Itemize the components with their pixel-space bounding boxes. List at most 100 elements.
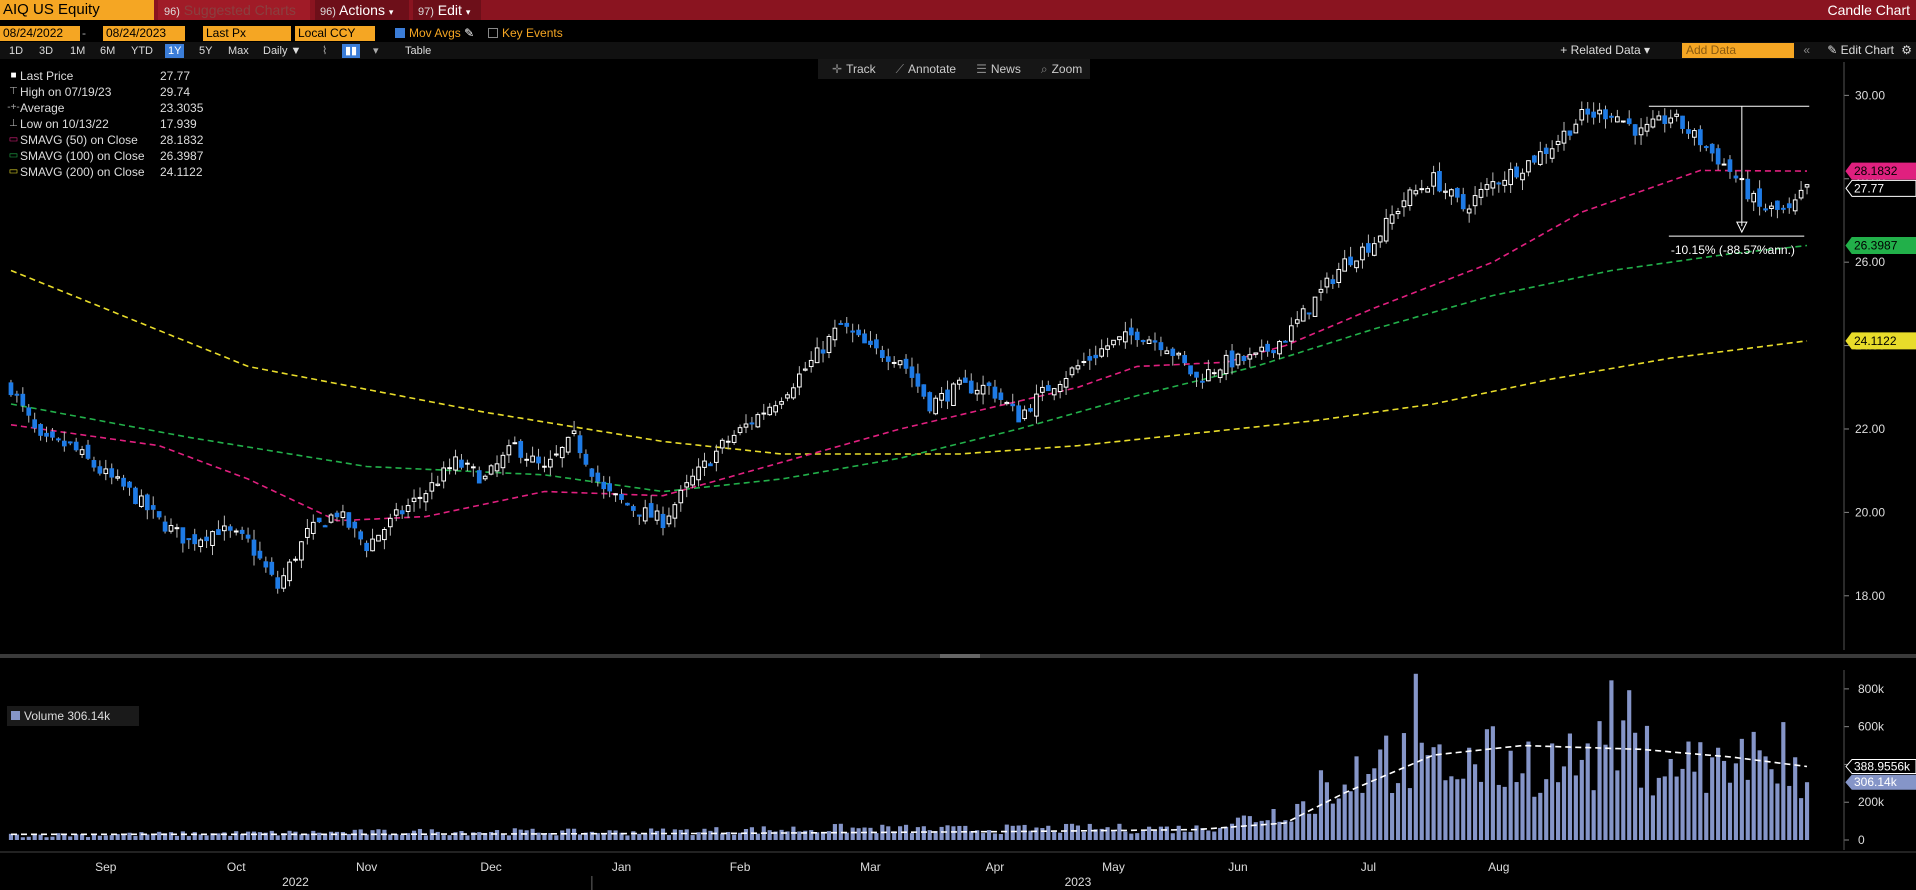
month-tick-label: May [1102, 860, 1125, 874]
candle [749, 416, 755, 430]
legend-last-price[interactable]: ■ Last Price 27.77 [7, 68, 232, 84]
candle-body [992, 386, 998, 399]
volume-bar [743, 828, 749, 840]
legend-average[interactable]: -+- Average 23.3035 [7, 100, 232, 116]
candle [423, 490, 429, 512]
candle-body [1425, 188, 1431, 193]
track-button[interactable]: ✛ Track [824, 62, 884, 76]
candle [957, 377, 962, 390]
volume-bar [666, 835, 672, 840]
volume-tag: 388.9556k [1845, 759, 1916, 775]
candle-body [1514, 166, 1519, 178]
volume-bar [168, 832, 174, 840]
volume-tick-label: 600k [1858, 720, 1885, 734]
volume-bar [1644, 725, 1650, 840]
candle-body [1401, 200, 1407, 208]
candle [1051, 388, 1057, 401]
candle-body [1069, 367, 1075, 376]
candle-body [1288, 325, 1294, 342]
volume-bar [157, 831, 162, 840]
candle [885, 348, 891, 371]
zoom-button[interactable]: ⌕ Zoom [1033, 62, 1090, 77]
volume-bar [1105, 827, 1110, 840]
volume-bar [856, 828, 861, 840]
price-tick-label: 22.00 [1855, 422, 1885, 436]
sma50-line [10, 169, 1807, 522]
candle [506, 439, 512, 463]
volume-bar [1141, 829, 1146, 840]
candle [411, 489, 417, 512]
candle-body [1579, 109, 1585, 121]
candle-body [198, 539, 203, 548]
candle-body [1674, 113, 1679, 117]
legend-high[interactable]: ⊤ High on 07/19/23 29.74 [7, 84, 232, 100]
annotate-button[interactable]: ⟋ Annotate [888, 62, 964, 77]
candle [992, 379, 998, 403]
month-tick-label: Jul [1361, 860, 1376, 874]
candle [233, 528, 239, 536]
candle-body [826, 335, 832, 354]
volume-bar [613, 830, 618, 840]
candle-body [1045, 385, 1051, 392]
candle [1034, 384, 1039, 424]
candle [1211, 368, 1217, 377]
candle-body [1609, 115, 1614, 118]
legend-sma200[interactable]: ▭ SMAVG (200) on Close 24.1122 [7, 164, 232, 180]
volume-bar [50, 836, 55, 840]
candle [1360, 242, 1365, 269]
candle [447, 458, 452, 475]
candle [998, 388, 1004, 406]
volume-bar [1781, 722, 1786, 840]
candle-body [1431, 172, 1436, 187]
candle [275, 570, 281, 594]
candle [1164, 346, 1170, 355]
sma200-line [10, 269, 1808, 455]
legend-sma100[interactable]: ▭ SMAVG (100) on Close 26.3987 [7, 148, 232, 164]
candle-body [1520, 172, 1525, 181]
legend-sma50[interactable]: ▭ SMAVG (50) on Close 28.1832 [7, 132, 232, 148]
chart-canvas[interactable]: -10.15% (-88.57%ann.) 30.0028.0026.0024.… [0, 0, 1916, 890]
candle-body [44, 432, 49, 437]
candle [1318, 280, 1324, 301]
candle [1674, 109, 1679, 122]
candle-body [808, 359, 814, 368]
candle-body [1792, 199, 1798, 212]
candle [316, 517, 322, 524]
candle-body [61, 440, 67, 447]
legend-low[interactable]: ⊥ Low on 10/13/22 17.939 [7, 116, 232, 132]
volume-bar [91, 834, 97, 840]
candle-body [1241, 356, 1247, 362]
volume-average-line [11, 744, 1808, 836]
candle-body [204, 536, 209, 542]
candle [856, 324, 861, 337]
volume-bar [1407, 788, 1412, 840]
volume-bar [1579, 759, 1584, 840]
news-button[interactable]: ☰ News [968, 62, 1029, 76]
candle [1526, 160, 1531, 177]
volume-bar [1739, 738, 1744, 840]
candle [1288, 317, 1294, 351]
volume-bar [560, 830, 565, 840]
candle [1437, 162, 1442, 193]
price-tag: 27.77 [1845, 179, 1916, 197]
candle [654, 504, 660, 525]
candle-body [8, 382, 14, 396]
volume-bar [1692, 771, 1697, 840]
candle [1152, 332, 1158, 351]
volume-bar [186, 836, 191, 840]
candle [725, 435, 731, 450]
candle-body [850, 330, 856, 333]
candle-body [1188, 365, 1193, 375]
candle-body [305, 528, 310, 538]
volume-series [8, 673, 1810, 840]
price-tag-label: 28.1832 [1854, 164, 1898, 178]
candle [832, 319, 838, 347]
candle-body [933, 397, 939, 415]
candle [731, 430, 737, 446]
volume-bar [898, 826, 903, 840]
candle [257, 541, 263, 561]
volume-legend[interactable]: Volume 306.14k [7, 706, 139, 726]
candle-body [67, 441, 73, 444]
candle-body [1253, 352, 1259, 355]
candle [1294, 311, 1300, 328]
